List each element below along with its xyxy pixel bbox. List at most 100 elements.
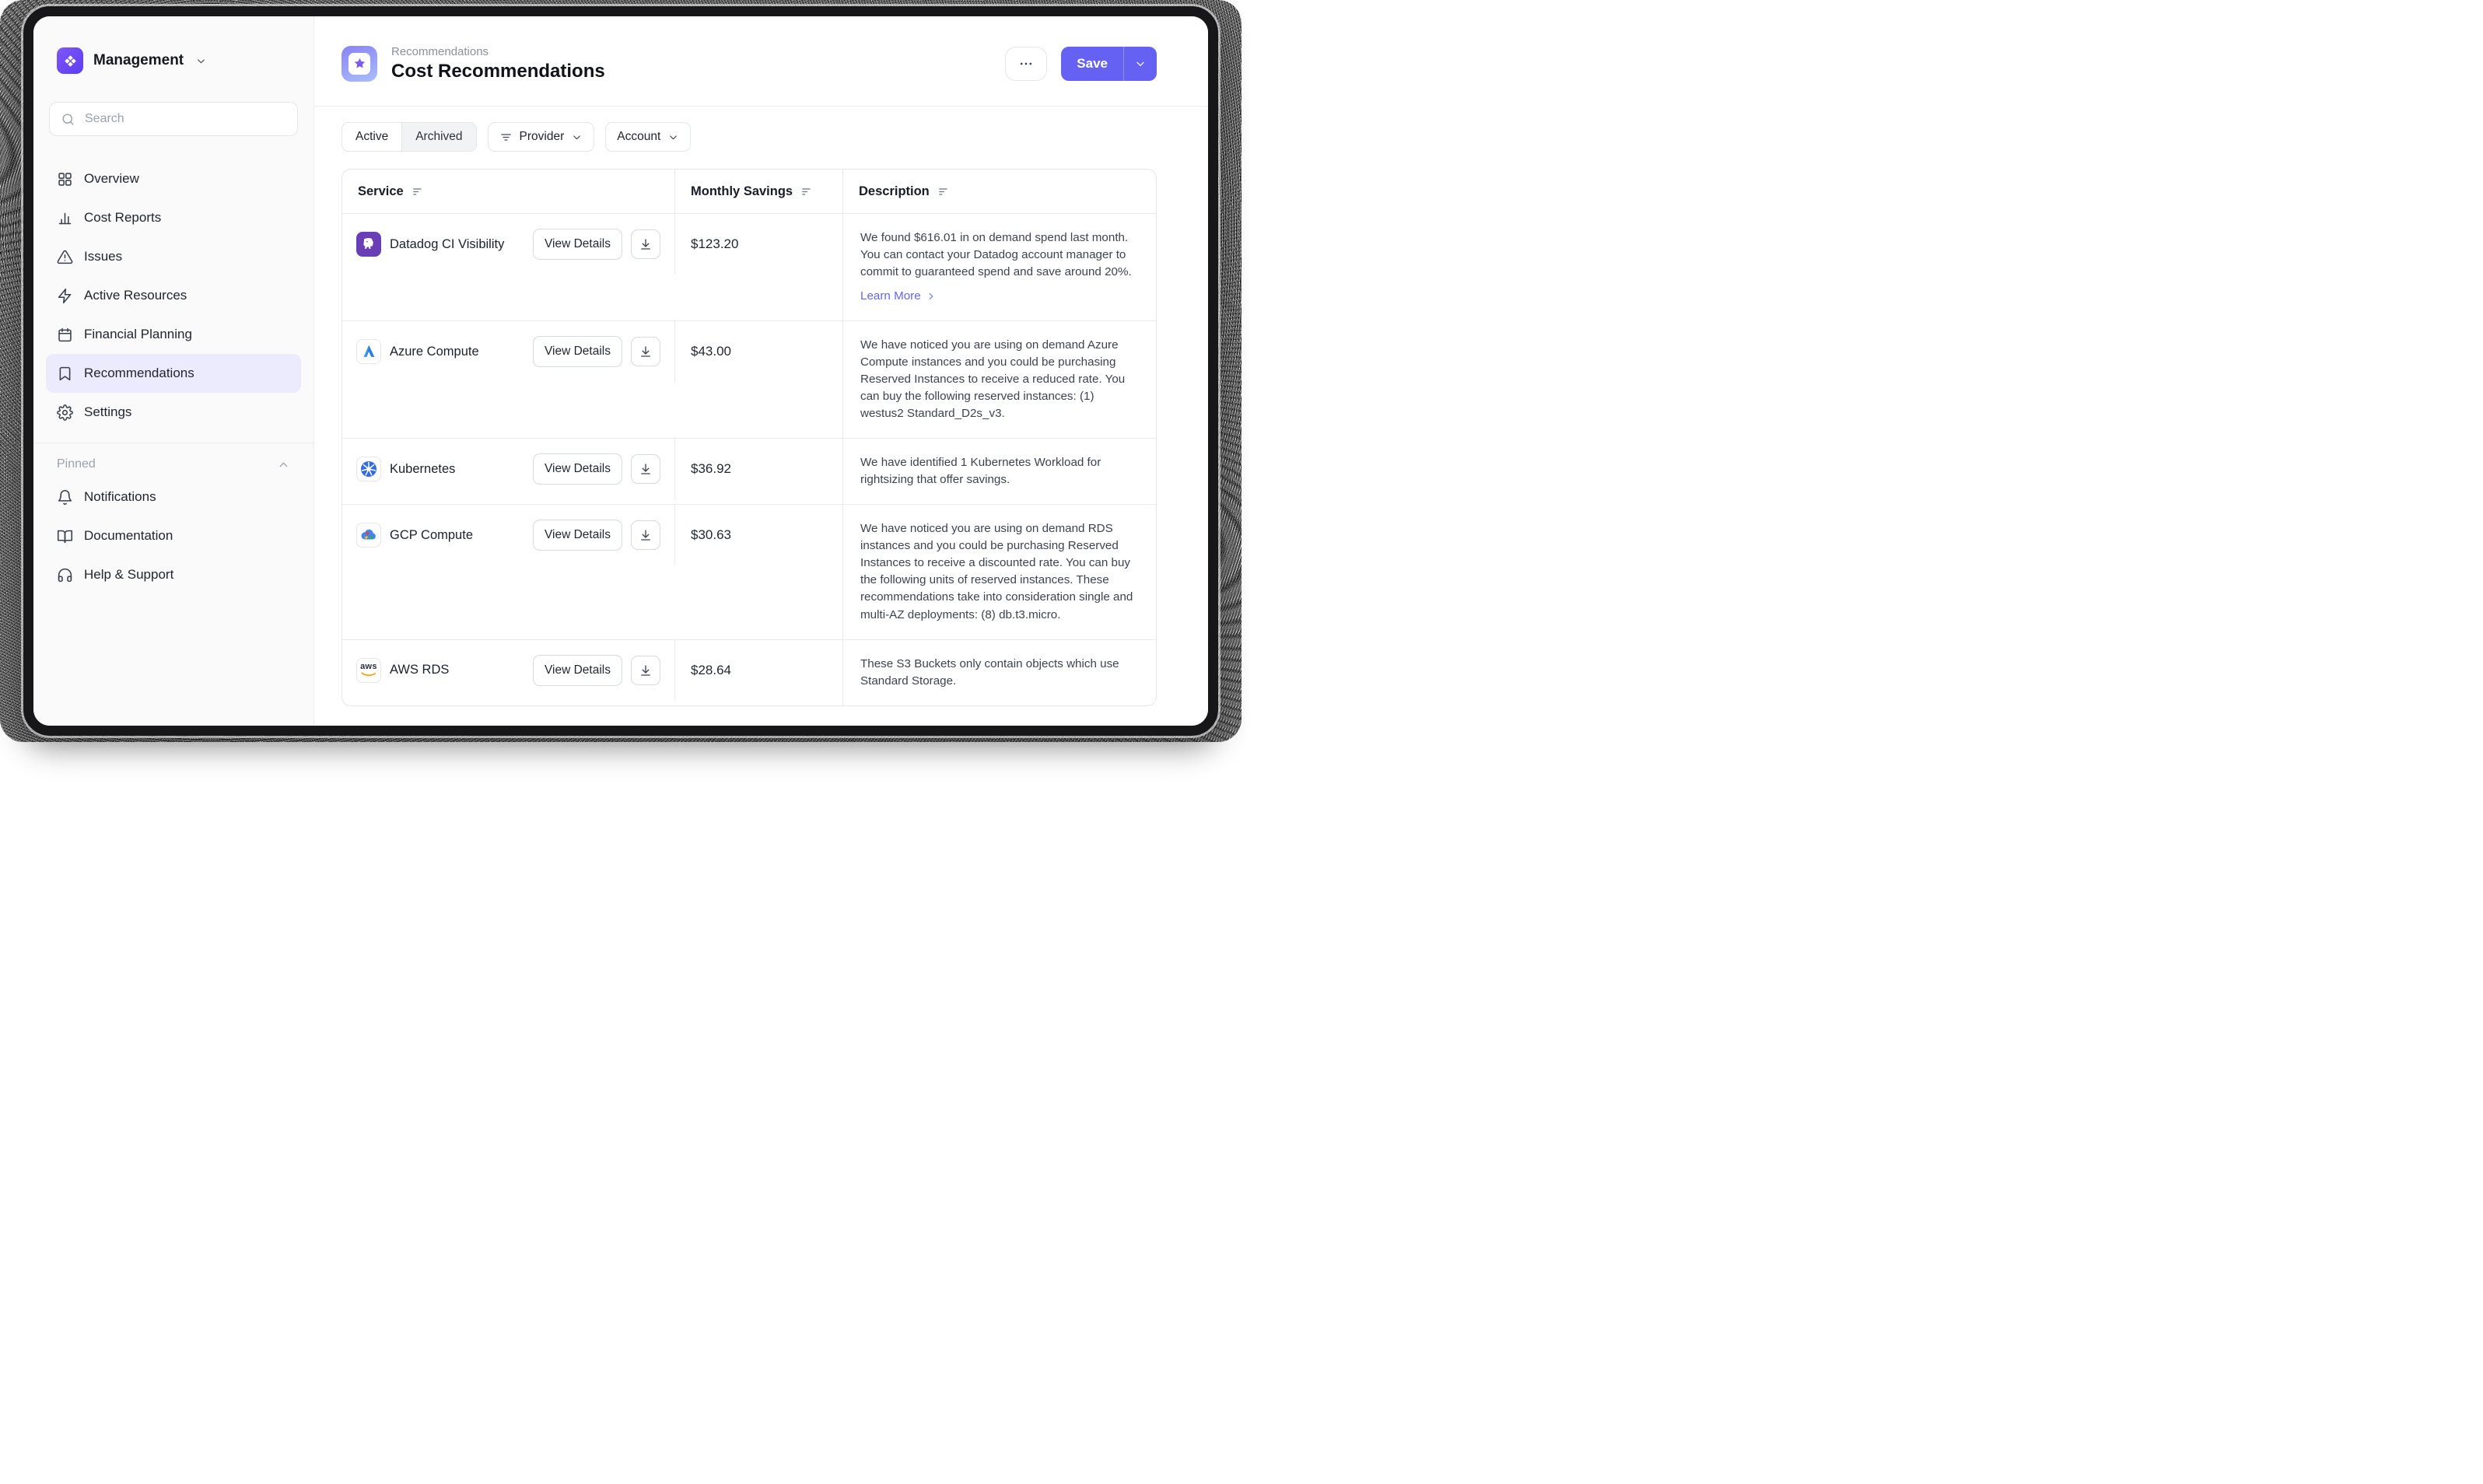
service-name: GCP Compute	[390, 528, 524, 543]
sidebar-item-label: Recommendations	[84, 366, 194, 381]
table-header-row: Service Monthly Savings Description	[342, 170, 1156, 214]
kubernetes-icon	[356, 457, 381, 481]
download-icon	[639, 237, 653, 251]
sidebar-item-label: Notifications	[84, 489, 156, 505]
monthly-savings: $43.00	[675, 321, 843, 438]
chevron-down-icon	[195, 55, 207, 67]
description-text: We have noticed you are using on demand …	[860, 520, 1139, 623]
download-button[interactable]	[631, 656, 660, 685]
main-area: Recommendations Cost Recommendations Sav…	[314, 16, 1208, 726]
service-name: Datadog CI Visibility	[390, 237, 524, 252]
view-details-button[interactable]: View Details	[533, 336, 622, 367]
column-header-description: Description	[859, 184, 930, 199]
download-button[interactable]	[631, 337, 660, 366]
sidebar-item-issues[interactable]: Issues	[46, 237, 301, 276]
alert-triangle-icon	[57, 249, 73, 265]
save-button[interactable]: Save	[1061, 47, 1123, 81]
pinned-label: Pinned	[57, 457, 96, 471]
datadog-icon	[356, 232, 381, 257]
download-icon	[639, 663, 653, 677]
sort-icon[interactable]	[411, 185, 425, 198]
aws-icon: aws	[356, 658, 381, 683]
column-header-monthly-savings: Monthly Savings	[691, 184, 793, 199]
pinned-section: Pinned Notifications Documentation Help …	[33, 443, 313, 594]
recommendations-table: Service Monthly Savings Description	[341, 169, 1157, 706]
page-content: Active Archived Provider Account Servi	[314, 107, 1208, 726]
download-icon	[639, 462, 653, 476]
sidebar-item-cost-reports[interactable]: Cost Reports	[46, 198, 301, 237]
sidebar-item-financial-planning[interactable]: Financial Planning	[46, 315, 301, 354]
gcp-icon	[356, 523, 381, 548]
zap-icon	[57, 288, 73, 304]
service-name: AWS RDS	[390, 663, 524, 677]
bell-icon	[57, 489, 73, 506]
monthly-savings: $28.64	[675, 640, 843, 705]
description-text: These S3 Buckets only contain objects wh…	[860, 656, 1139, 690]
filter-bar: Active Archived Provider Account	[341, 122, 1157, 152]
chevron-down-icon	[1134, 58, 1147, 70]
download-button[interactable]	[631, 520, 660, 550]
more-options-button[interactable]	[1005, 47, 1047, 81]
filter-lines-icon	[499, 131, 513, 144]
view-details-button[interactable]: View Details	[533, 229, 622, 260]
sidebar-item-label: Help & Support	[84, 567, 173, 583]
provider-filter-button[interactable]: Provider	[488, 122, 595, 152]
monthly-savings: $123.20	[675, 214, 843, 320]
calendar-icon	[57, 327, 73, 343]
sidebar-item-label: Active Resources	[84, 288, 187, 303]
sidebar-item-label: Overview	[84, 171, 139, 187]
bar-chart-icon	[57, 210, 73, 226]
sidebar-item-notifications[interactable]: Notifications	[46, 478, 301, 516]
download-button[interactable]	[631, 229, 660, 259]
learn-more-link[interactable]: Learn More	[860, 288, 937, 305]
sidebar-item-help-support[interactable]: Help & Support	[46, 555, 301, 594]
download-button[interactable]	[631, 454, 660, 484]
account-filter-button[interactable]: Account	[605, 122, 691, 152]
book-icon	[57, 528, 73, 544]
search-input[interactable]	[83, 111, 286, 127]
sidebar-item-documentation[interactable]: Documentation	[46, 516, 301, 555]
sort-icon[interactable]	[937, 185, 951, 198]
chevron-down-icon	[667, 131, 679, 143]
page-title: Cost Recommendations	[391, 61, 605, 82]
chevron-down-icon	[571, 131, 583, 143]
sidebar-item-label: Cost Reports	[84, 210, 161, 226]
azure-icon	[356, 339, 381, 364]
sidebar-item-label: Issues	[84, 249, 122, 264]
download-icon	[639, 345, 653, 359]
chevron-up-icon[interactable]	[277, 458, 290, 471]
workspace-logo-icon	[57, 47, 83, 74]
description-text: We have noticed you are using on demand …	[860, 337, 1139, 422]
star-icon	[353, 57, 366, 70]
workspace-name: Management	[93, 52, 184, 69]
monthly-savings: $36.92	[675, 439, 843, 504]
table-row: Azure Compute View Details $43.00 We hav…	[342, 321, 1156, 439]
status-segmented-control: Active Archived	[341, 122, 477, 152]
search-icon	[61, 112, 75, 127]
search-box[interactable]	[49, 102, 298, 136]
headphones-icon	[57, 567, 73, 583]
service-name: Kubernetes	[390, 462, 524, 477]
bookmark-icon	[57, 366, 73, 382]
tab-archived[interactable]: Archived	[401, 123, 475, 151]
table-row: GCP Compute View Details $30.63 We have …	[342, 505, 1156, 639]
sidebar-item-label: Financial Planning	[84, 327, 192, 342]
app-window: Management Overview Cost Reports Issues	[23, 6, 1218, 736]
tab-active[interactable]: Active	[342, 123, 401, 151]
workspace-switcher[interactable]: Management	[33, 16, 313, 74]
sidebar-item-overview[interactable]: Overview	[46, 159, 301, 198]
sidebar-item-active-resources[interactable]: Active Resources	[46, 276, 301, 315]
ellipsis-icon	[1018, 56, 1034, 72]
sidebar-item-recommendations[interactable]: Recommendations	[46, 354, 301, 393]
sidebar-item-settings[interactable]: Settings	[46, 393, 301, 432]
view-details-button[interactable]: View Details	[533, 655, 622, 686]
page-header: Recommendations Cost Recommendations Sav…	[314, 16, 1208, 107]
view-details-button[interactable]: View Details	[533, 453, 622, 485]
gear-icon	[57, 404, 73, 421]
save-dropdown-button[interactable]	[1123, 47, 1157, 81]
page-badge-icon	[341, 46, 377, 82]
view-details-button[interactable]: View Details	[533, 520, 622, 551]
description-text: We found $616.01 in on demand spend last…	[860, 229, 1139, 281]
breadcrumb: Recommendations	[391, 45, 605, 58]
sort-icon[interactable]	[800, 185, 814, 198]
